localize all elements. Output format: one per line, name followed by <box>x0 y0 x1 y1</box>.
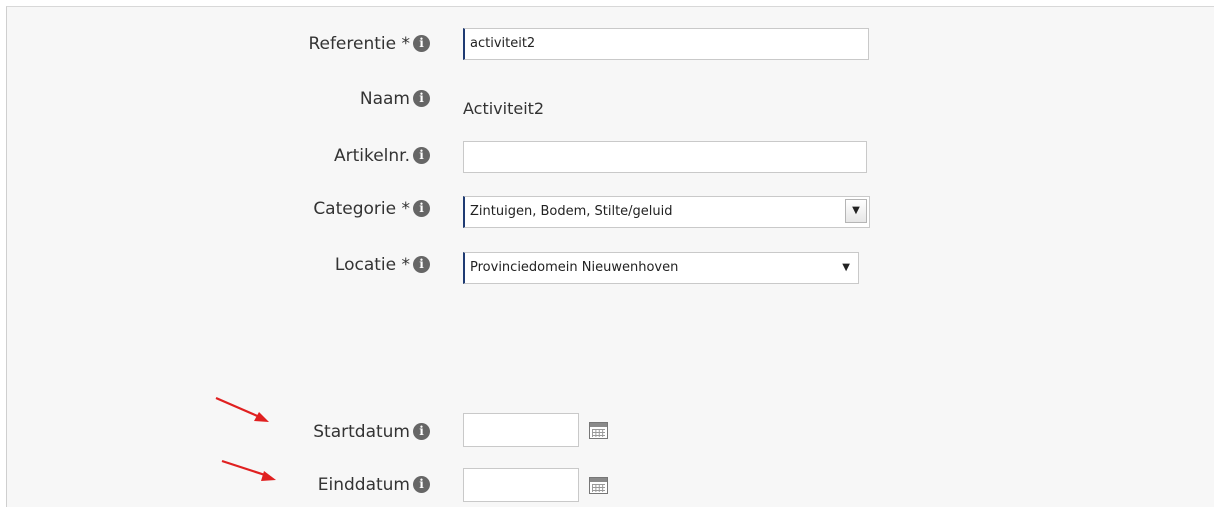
startdatum-label: Startdatum <box>313 422 410 442</box>
info-icon[interactable]: i <box>413 423 430 440</box>
info-icon[interactable]: i <box>413 200 430 217</box>
info-icon[interactable]: i <box>413 35 430 52</box>
einddatum-input[interactable] <box>463 468 579 502</box>
red-arrow <box>215 396 269 422</box>
locatie-select[interactable]: Provinciedomein Nieuwenhoven ▼ <box>463 252 859 284</box>
calendar-icon[interactable] <box>589 422 608 439</box>
locatie-label: Locatie * <box>334 255 410 275</box>
naam-label: Naam <box>359 89 410 109</box>
artikelnr-label: Artikelnr. <box>333 146 410 166</box>
info-icon[interactable]: i <box>413 476 430 493</box>
categorie-select[interactable]: Zintuigen, Bodem, Stilte/geluid ▼ <box>463 196 870 228</box>
referentie-value: activiteit2 <box>470 36 536 51</box>
info-icon[interactable]: i <box>413 256 430 273</box>
startdatum-input[interactable] <box>463 413 579 447</box>
naam-value: Activiteit2 <box>463 99 545 118</box>
einddatum-label: Einddatum <box>317 475 410 495</box>
referentie-input[interactable]: activiteit2 <box>463 28 869 60</box>
artikelnr-input[interactable] <box>463 141 867 173</box>
referentie-label: Referentie * <box>308 34 410 54</box>
locatie-selected: Provinciedomein Nieuwenhoven <box>470 260 679 275</box>
info-icon[interactable]: i <box>413 147 430 164</box>
categorie-label: Categorie * <box>313 199 410 219</box>
chevron-down-icon[interactable]: ▼ <box>842 253 850 283</box>
calendar-icon[interactable] <box>589 477 608 494</box>
info-icon[interactable]: i <box>413 90 430 107</box>
red-arrow <box>221 459 276 481</box>
categorie-selected: Zintuigen, Bodem, Stilte/geluid <box>470 204 673 219</box>
chevron-down-icon[interactable]: ▼ <box>845 199 867 223</box>
